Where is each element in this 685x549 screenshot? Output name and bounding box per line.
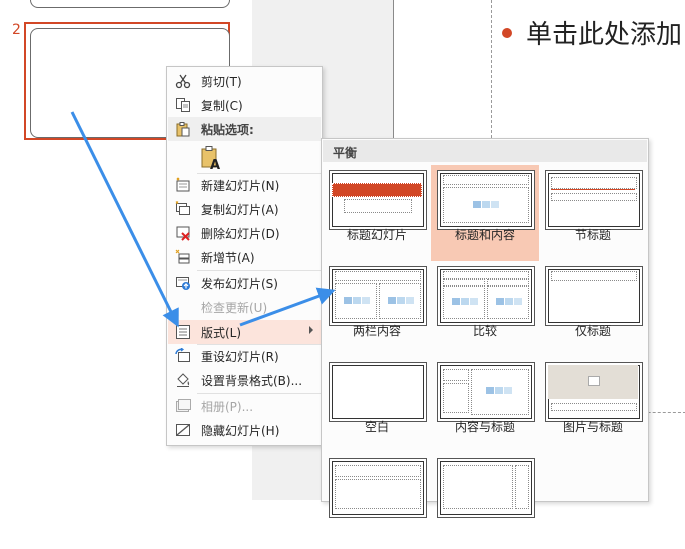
copy-icon [176, 98, 190, 112]
layout-label: 比较 [472, 324, 497, 338]
layout-comparison[interactable]: 比较 [431, 261, 539, 357]
format-background-icon [177, 373, 190, 387]
menu-item-check-updates: 检查更新(U) [168, 295, 321, 319]
layout-preview [545, 170, 643, 230]
layout-preview [329, 170, 427, 230]
photo-album-icon [176, 399, 191, 412]
submenu-arrow-icon [309, 326, 313, 334]
add-section-icon [175, 249, 190, 264]
layout-preview [545, 266, 643, 326]
layout-preview [437, 458, 535, 518]
layout-preview [329, 458, 427, 518]
layout-two-content[interactable]: 两栏内容 [323, 261, 431, 357]
content-icons [342, 295, 372, 307]
hide-slide-icon [176, 424, 190, 436]
menu-item-label: 相册(P)... [201, 400, 254, 414]
menu-item-delete-slide[interactable]: 删除幻灯片(D) [168, 221, 321, 245]
content-icons [450, 296, 480, 308]
layout-label: 图片与标题 [562, 420, 623, 434]
menu-item-label: 发布幻灯片(S) [201, 277, 278, 291]
content-icons [484, 385, 514, 397]
layout-icon [176, 325, 190, 339]
layout-preview [437, 266, 535, 326]
content-icons [494, 296, 524, 308]
layout-title-and-content[interactable]: 标题和内容 [431, 165, 539, 261]
layout-vertical-title-and-text[interactable] [323, 453, 431, 549]
layout-vertical-title[interactable] [431, 453, 539, 549]
menu-item-photo-album: 相册(P)... [168, 394, 321, 418]
layout-label: 标题和内容 [454, 228, 515, 242]
menu-item-label: 版式(L) [201, 326, 242, 340]
menu-item-label: 检查更新(U) [201, 301, 268, 315]
menu-item-label: 复制幻灯片(A) [201, 203, 279, 217]
layout-label: 节标题 [574, 228, 611, 242]
menu-item-add-section[interactable]: 新增节(A) [168, 245, 321, 269]
menu-item-label: 删除幻灯片(D) [201, 227, 280, 241]
menu-item-label: 隐藏幻灯片(H) [201, 424, 280, 438]
menu-item-reset-slide[interactable]: 重设幻灯片(R) [168, 344, 321, 368]
menu-item-copy[interactable]: 复制(C) [168, 93, 321, 117]
layout-section-header[interactable]: 节标题 [539, 165, 647, 261]
scissors-icon [175, 74, 191, 89]
menu-item-new-slide[interactable]: 新建幻灯片(N) [168, 173, 321, 197]
content-icons [386, 295, 416, 307]
new-slide-icon [176, 177, 190, 192]
menu-item-label: 粘贴选项: [201, 123, 254, 137]
menu-item-layout[interactable]: 版式(L) [168, 320, 321, 344]
layout-title-slide[interactable]: 标题幻灯片 [323, 165, 431, 261]
menu-item-label: 设置背景格式(B)... [201, 374, 303, 388]
layout-label: 标题幻灯片 [346, 228, 407, 242]
menu-item-duplicate-slide[interactable]: 复制幻灯片(A) [168, 197, 321, 221]
menu-item-paste-text-only[interactable]: A [168, 143, 321, 173]
menu-item-label: 新增节(A) [201, 251, 255, 265]
layout-preview [437, 170, 535, 230]
layout-preview [437, 362, 535, 422]
menu-item-label: 新建幻灯片(N) [201, 179, 280, 193]
gallery-title: 平衡 [333, 146, 358, 160]
placeholder-text[interactable]: 单击此处添加 [526, 14, 682, 51]
layout-label: 仅标题 [574, 324, 611, 338]
layout-blank[interactable]: 空白 [323, 357, 431, 453]
menu-item-label: 剪切(T) [201, 75, 242, 89]
gallery-header: 平衡 [323, 140, 647, 162]
menu-item-hide-slide[interactable]: 隐藏幻灯片(H) [168, 418, 321, 442]
layout-title-only[interactable]: 仅标题 [539, 261, 647, 357]
menu-item-publish-slides[interactable]: 发布幻灯片(S) [168, 271, 321, 295]
layout-preview [329, 362, 427, 422]
publish-slide-icon [176, 277, 190, 290]
menu-item-paste-options: 粘贴选项: [168, 117, 321, 141]
content-icons [471, 199, 501, 211]
layout-gallery: 平衡 标题幻灯片 标题和内容 节标题 两栏内容 比较 仅标题 空白 内容与标题 … [321, 138, 649, 518]
reset-slide-icon [175, 348, 190, 362]
layout-picture-with-caption[interactable]: 图片与标题 [539, 357, 647, 453]
picture-placeholder-icon [588, 376, 600, 386]
menu-item-label: 重设幻灯片(R) [201, 350, 279, 364]
slide-number: 2 [12, 22, 21, 38]
menu-item-format-background[interactable]: 设置背景格式(B)... [168, 368, 321, 392]
layout-preview [545, 362, 643, 422]
context-menu: 剪切(T) 复制(C) 粘贴选项: A 新建幻灯片(N) 复制幻灯片(A) 删除… [166, 66, 323, 446]
svg-text:A: A [210, 158, 220, 171]
bullet-point [502, 28, 512, 38]
layout-label: 空白 [364, 420, 389, 434]
check-updates-icon [175, 299, 191, 315]
slide-thumbnail-1[interactable] [30, 0, 230, 8]
menu-item-cut[interactable]: 剪切(T) [168, 69, 321, 93]
delete-slide-icon [176, 226, 190, 241]
layout-preview [329, 266, 427, 326]
layout-label: 两栏内容 [352, 324, 401, 338]
layout-content-with-caption[interactable]: 内容与标题 [431, 357, 539, 453]
duplicate-slide-icon [175, 201, 190, 215]
layout-label: 内容与标题 [454, 420, 515, 434]
paste-text-only-icon: A [201, 146, 220, 171]
menu-item-label: 复制(C) [201, 99, 243, 113]
paste-icon [176, 122, 190, 137]
